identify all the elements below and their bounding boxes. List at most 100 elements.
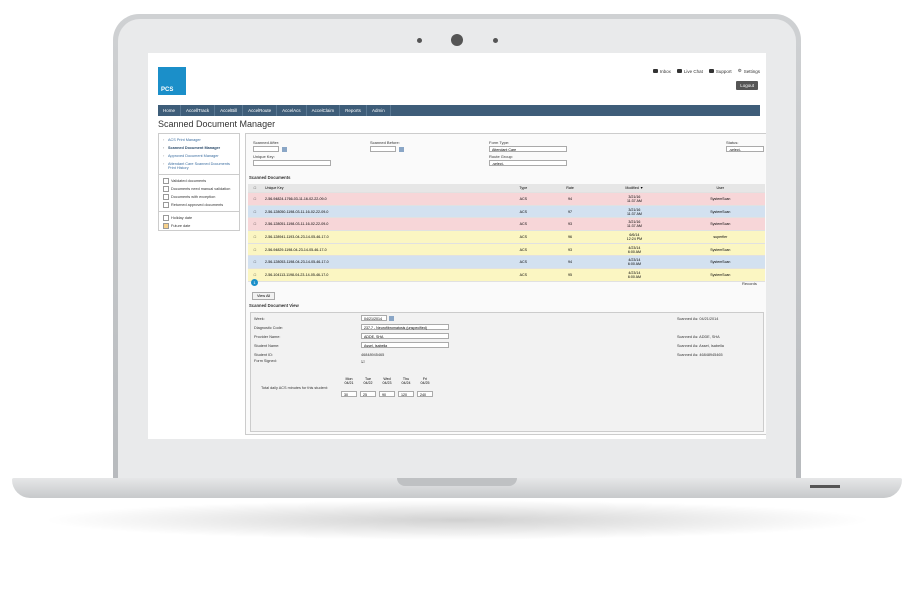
doc-view-panel: Week: 04/21/2014 Diagnostic Code: 237.7 … (250, 312, 764, 432)
row-checkbox[interactable]: □ (248, 217, 262, 232)
nav-admin[interactable]: Admin (367, 105, 391, 116)
sidebar-item-print-history[interactable]: Attendant Care Scanned Documents Print H… (159, 160, 239, 172)
logout-button[interactable]: Logout (736, 81, 758, 90)
nav-home[interactable]: Home (158, 105, 182, 116)
modified-cell: 6/6/14 12:24 PM (593, 230, 676, 244)
sidebar-item-acs-print[interactable]: ACS Print Manager (159, 136, 239, 144)
live-chat-label: Live Chat (683, 68, 703, 74)
unique-key-input[interactable] (253, 160, 331, 166)
nav-accelacs[interactable]: AccelAcs (277, 105, 307, 116)
unique-key-cell[interactable]: 2-56-128941-1193-04-23-14-05-46-17-0 (262, 230, 500, 244)
table-row[interactable]: □ 2-56-94824-1766-03-11-16-02-22-09-0 ACS 9… (248, 192, 765, 206)
provider-label: Provider Name: (254, 335, 281, 339)
day-minutes-input[interactable]: 240 (417, 391, 433, 397)
col-modified[interactable]: Modified ▼ (593, 184, 676, 193)
table-row[interactable]: □ 2-56-94829-1198-04-23-14-05-46-17-0 ACS 9… (248, 243, 765, 257)
signed-label: Form Signed: (254, 359, 277, 363)
unique-key-cell[interactable]: 2-56-128050-1198-03-11-16-02-22-09-0 (262, 205, 500, 219)
modified-cell: 3/21/16 11:37 AM (593, 205, 676, 219)
day-date: 04/22 (363, 381, 373, 385)
route-group-label: Route Group: (489, 154, 514, 159)
rate-cell: 95 (546, 268, 594, 282)
calendar-icon[interactable] (399, 147, 404, 152)
legend-label: Holiday date (171, 216, 193, 220)
route-group-select[interactable]: -select- (489, 160, 567, 166)
pcs-logo[interactable]: PCS (158, 67, 186, 95)
signed-checkbox[interactable]: ☑ (361, 359, 364, 364)
col-type[interactable]: Type (499, 184, 547, 193)
table-row[interactable]: □ 2-56-128053-1198-04-23-14-05-46-17-0 ACS… (248, 255, 765, 270)
week-input[interactable]: 04/21/2014 (361, 315, 387, 321)
sidebar-item-scanned-docs[interactable]: Scanned Document Manager (159, 144, 239, 152)
unique-key-cell[interactable]: 2-56-128053-1198-04-23-14-05-46-17-0 (262, 255, 500, 270)
scanned-after-label: Scanned After: (253, 140, 280, 145)
inbox-link[interactable]: Inbox (652, 68, 671, 74)
rate-cell: 97 (546, 205, 594, 219)
unique-key-cell[interactable]: 2-56-104113-1198-04-23-14-05-46-17-0 (262, 268, 500, 282)
table-row[interactable]: □ 2-56-128941-1193-04-23-14-05-46-17-0 ACS… (248, 230, 765, 244)
day-minutes-input[interactable]: 120 (398, 391, 414, 397)
legend-exception: Documents with exception (159, 193, 239, 201)
sidebar: ACS Print Manager Scanned Document Manag… (158, 133, 240, 231)
day-header: Tue 04/22 (360, 377, 376, 385)
diag-select[interactable]: 237.7 - Neurofibromatosis (unspecified) (361, 324, 449, 330)
day-header: Wed 04/23 (379, 377, 395, 385)
day-minutes-input[interactable]: 25 (360, 391, 376, 397)
legend-label: Returned approved documents (171, 203, 224, 207)
table-row[interactable]: □ 2-56-104113-1198-04-23-14-05-46-17-0 ACS… (248, 268, 765, 282)
nav-accelroute[interactable]: AccelRoute (243, 105, 278, 116)
legend-label: Validated documents (171, 179, 207, 183)
col-user[interactable]: User (675, 184, 765, 193)
nav-accelclaim[interactable]: AccelClaim (307, 105, 341, 116)
form-type-select[interactable]: Attendant Care (489, 146, 567, 152)
day-date: 04/25 (420, 381, 430, 385)
calendar-icon[interactable] (389, 316, 394, 321)
provider-select[interactable]: ADDE, SHA (361, 333, 449, 339)
row-checkbox[interactable]: □ (248, 205, 262, 219)
col-rate[interactable]: Rate (546, 184, 594, 193)
day-minutes-input[interactable]: 90 (379, 391, 395, 397)
modified-cell: 4/23/14 6:00 AM (593, 255, 676, 270)
modified-cell: 4/23/14 6:00 AM (593, 243, 676, 257)
scanned-after-input[interactable] (253, 146, 279, 152)
nav-accelbill[interactable]: AccelBill (215, 105, 244, 116)
legend-future: Future date (159, 222, 239, 230)
support-link[interactable]: Support (708, 68, 732, 74)
legend-manual: Documents need manual validation (159, 185, 239, 193)
live-chat-link[interactable]: Live Chat (676, 68, 703, 74)
status-select[interactable]: -select- (726, 146, 764, 152)
user-cell: SystemScan (675, 243, 765, 257)
table-row[interactable]: □ 2-56-128050-1198-03-11-16-02-22-09-0 ACS… (248, 205, 765, 219)
rate-cell: 94 (546, 255, 594, 270)
select-all-checkbox[interactable]: □ (248, 184, 262, 193)
logo-text: PCS (161, 87, 174, 93)
scanned-before-input[interactable] (370, 146, 396, 152)
legend-validated: Validated documents (159, 177, 239, 185)
scanned-as-sid: Scanned As: 46848945465 (677, 353, 723, 357)
unique-key-cell[interactable]: 2-56-94829-1198-04-23-14-05-46-17-0 (262, 243, 500, 257)
page-number[interactable]: 1 (251, 279, 258, 286)
sidebar-item-approved-docs[interactable]: Approved Document Manager (159, 152, 239, 160)
day-minutes-input[interactable]: 30 (341, 391, 357, 397)
unique-key-cell[interactable]: 2-56-128051-1198-03-11-16-02-22-09-0 (262, 217, 500, 232)
nav-reports[interactable]: Reports (340, 105, 367, 116)
student-input[interactable]: Assel, Isabella (361, 342, 449, 348)
app-screen: PCS Inbox Live Chat Support ⚙ Settings Lo… (148, 53, 766, 439)
settings-link[interactable]: ⚙ Settings (738, 68, 760, 74)
calendar-icon[interactable] (282, 147, 287, 152)
inbox-label: Inbox (659, 68, 671, 74)
laptop-indicator (810, 485, 840, 488)
legend-holiday: Holiday date (159, 214, 239, 222)
table-header: □ Unique Key Type Rate Modified ▼ User (248, 184, 765, 193)
row-checkbox[interactable]: □ (248, 230, 262, 244)
unique-key-cell[interactable]: 2-56-94824-1766-03-11-16-02-22-09-0 (262, 192, 500, 206)
day-date: 04/24 (401, 381, 411, 385)
nav-acceltrack[interactable]: AccellTrack (181, 105, 216, 116)
row-checkbox[interactable]: □ (248, 243, 262, 257)
col-unique-key[interactable]: Unique Key (262, 184, 500, 193)
rate-cell: 93 (546, 217, 594, 232)
view-all-button[interactable]: View All (252, 292, 276, 300)
table-row[interactable]: □ 2-56-128051-1198-03-11-16-02-22-09-0 ACS… (248, 217, 765, 232)
row-checkbox[interactable]: □ (248, 192, 262, 206)
row-checkbox[interactable]: □ (248, 255, 262, 270)
